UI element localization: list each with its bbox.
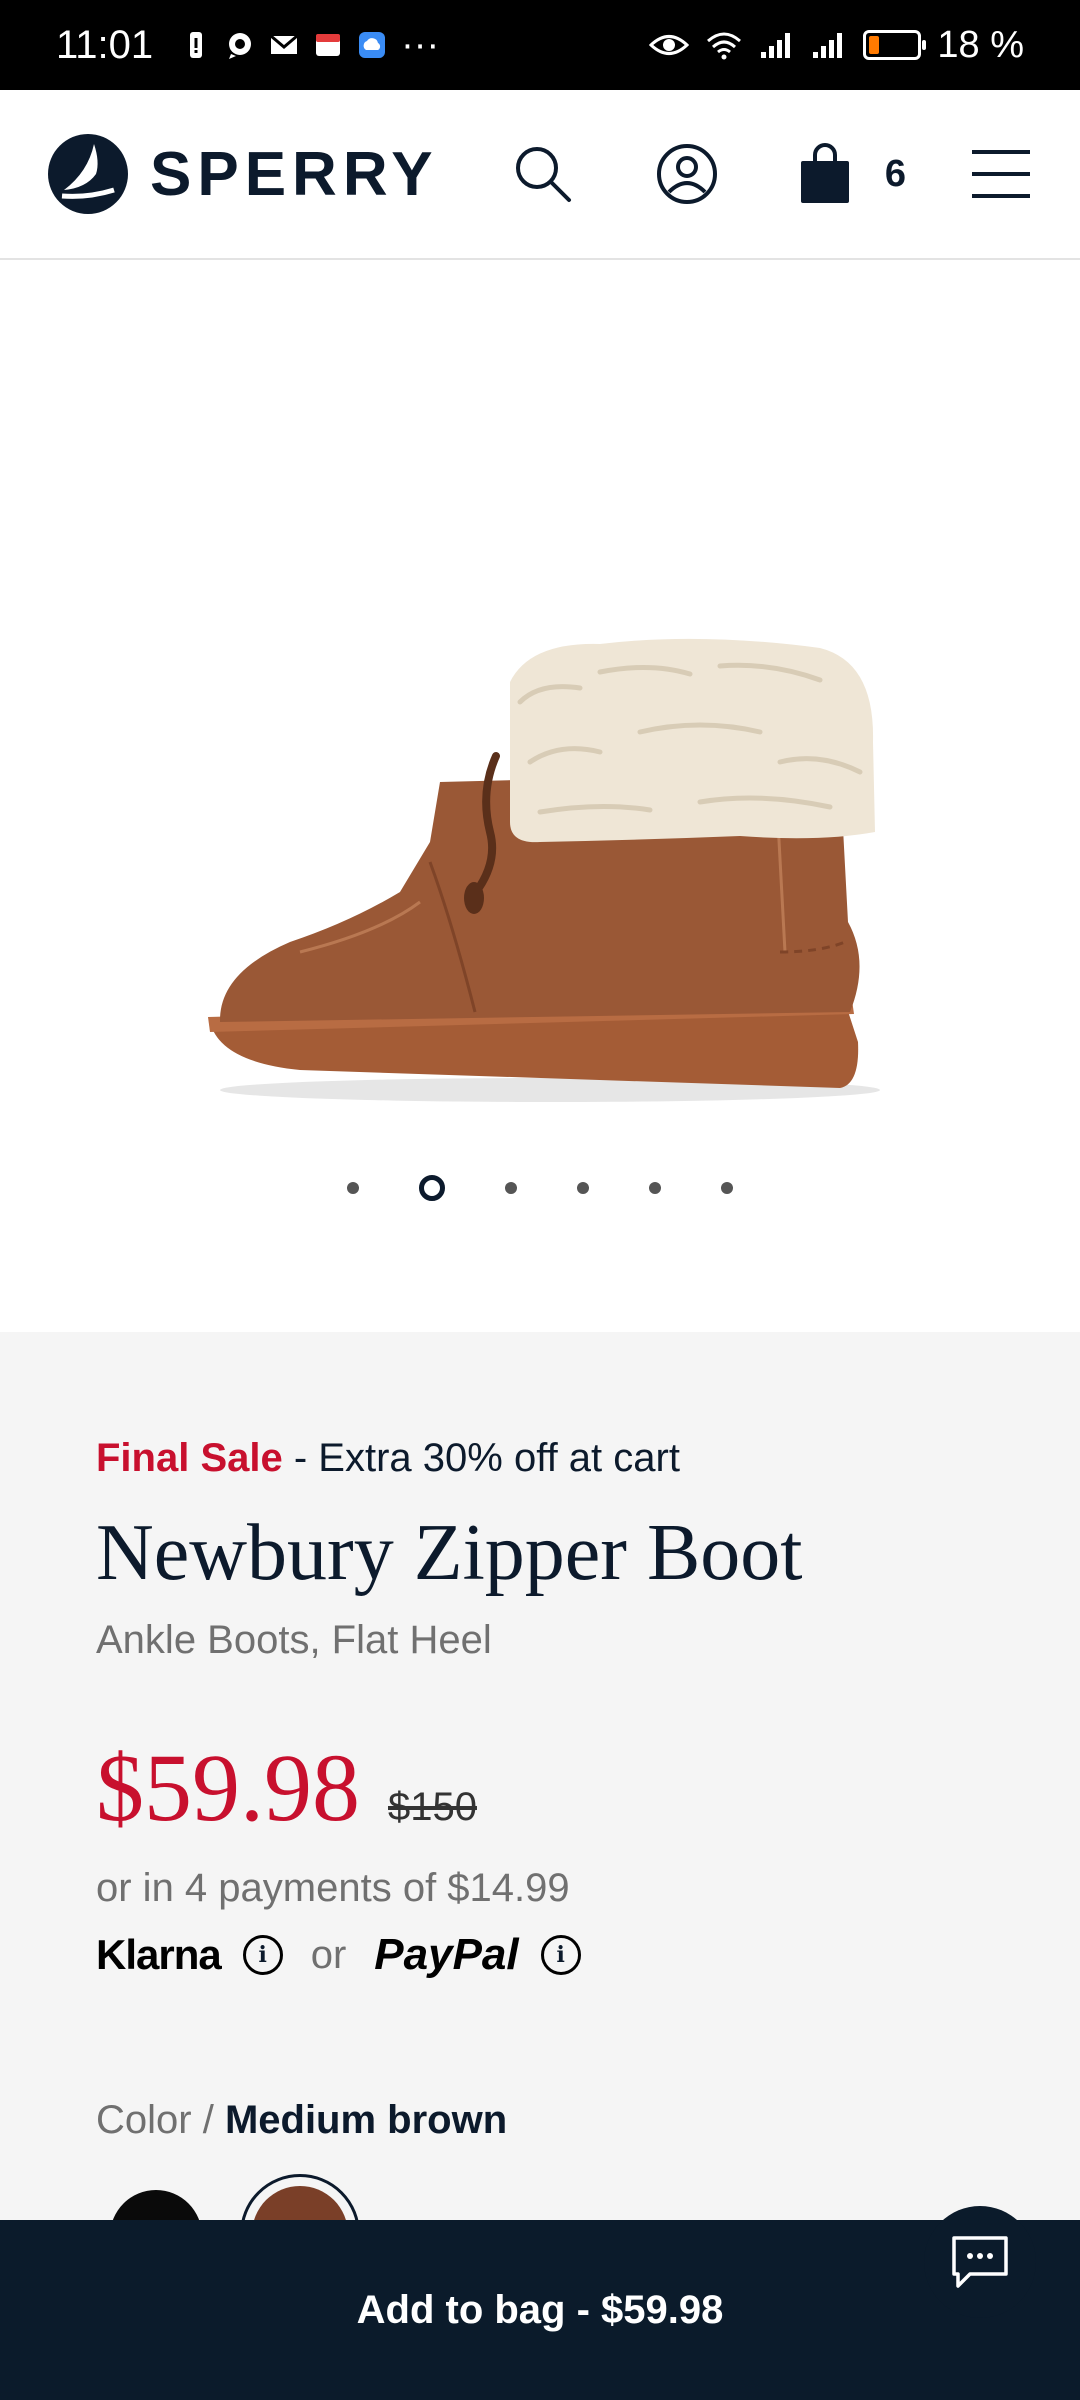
color-label: Color / <box>96 2098 214 2142</box>
payment-options: Klarna i or PayPal i <box>96 1930 581 1980</box>
wifi-icon <box>707 32 742 60</box>
sticky-cta-bar: Add to bag - $59.98 <box>0 2220 1080 2400</box>
brand-logo[interactable]: SPERRY <box>48 134 439 214</box>
add-to-bag-button[interactable]: Add to bag - $59.98 <box>357 2288 724 2333</box>
product-boot-image <box>208 638 880 1102</box>
color-selector-label: Color / Medium brown <box>96 2098 507 2143</box>
final-sale-label: Final Sale <box>96 1436 283 1480</box>
bag-count-badge: 6 <box>884 152 906 195</box>
more-notifications-icon: ··· <box>401 23 440 66</box>
mail-icon <box>270 34 299 54</box>
chat-button[interactable] <box>924 2206 1036 2318</box>
status-bar: 11:01 ··· 18 % <box>0 0 1080 90</box>
carousel-dot-5[interactable] <box>649 1182 661 1194</box>
extra-discount-text: - Extra 30% off at cart <box>282 1436 680 1480</box>
product-title: Newbury Zipper Boot <box>96 1509 803 1597</box>
signal-icon-2 <box>813 33 843 58</box>
account-button[interactable] <box>655 142 719 206</box>
status-time: 11:01 <box>56 22 154 67</box>
battery-alert-icon <box>190 32 203 58</box>
search-icon <box>515 147 571 202</box>
klarna-logo: Klarna <box>96 1931 222 1978</box>
hamburger-menu-icon <box>972 150 1030 198</box>
carousel-dot-1[interactable] <box>347 1182 359 1194</box>
chat-notification-icon <box>229 33 252 59</box>
carousel-dot-3[interactable] <box>505 1182 517 1194</box>
calendar-icon <box>316 34 341 56</box>
paypal-info-icon[interactable]: i <box>540 1935 581 1975</box>
battery-icon <box>863 30 927 60</box>
eye-icon <box>649 35 690 55</box>
klarna-info-icon[interactable]: i <box>242 1935 283 1975</box>
original-price: $150 <box>388 1785 477 1829</box>
menu-button[interactable] <box>970 148 1032 200</box>
sale-price: $59.98 <box>96 1734 360 1841</box>
installment-text: or in 4 payments of $14.99 <box>96 1866 570 1910</box>
carousel-dot-4[interactable] <box>577 1182 589 1194</box>
paypal-logo: PayPal <box>374 1930 519 1979</box>
price-row: $59.98 $150 <box>96 1732 477 1843</box>
sail-logo-icon <box>48 134 128 214</box>
carousel-dot-6[interactable] <box>721 1182 733 1194</box>
signal-icon <box>761 33 791 58</box>
search-button[interactable] <box>511 142 575 206</box>
chat-icon <box>952 2236 1008 2288</box>
sale-message: Final Sale - Extra 30% off at cart <box>96 1436 680 1481</box>
selected-color: Medium brown <box>224 2098 508 2142</box>
product-category: Ankle Boots, Flat Heel <box>96 1618 492 1662</box>
product-image-carousel[interactable] <box>0 262 1080 1332</box>
carousel-dot-2-active[interactable] <box>419 1175 445 1201</box>
battery-percent: 18 % <box>937 23 1024 66</box>
carousel-pagination <box>0 1175 1080 1201</box>
brand-name: SPERRY <box>150 139 439 209</box>
or-text: or <box>310 1932 347 1977</box>
site-header: SPERRY 6 <box>0 90 1080 260</box>
user-icon <box>656 144 717 204</box>
bag-button[interactable]: 6 <box>799 143 906 205</box>
cloud-app-icon <box>359 32 386 58</box>
shopping-bag-icon <box>800 143 849 203</box>
